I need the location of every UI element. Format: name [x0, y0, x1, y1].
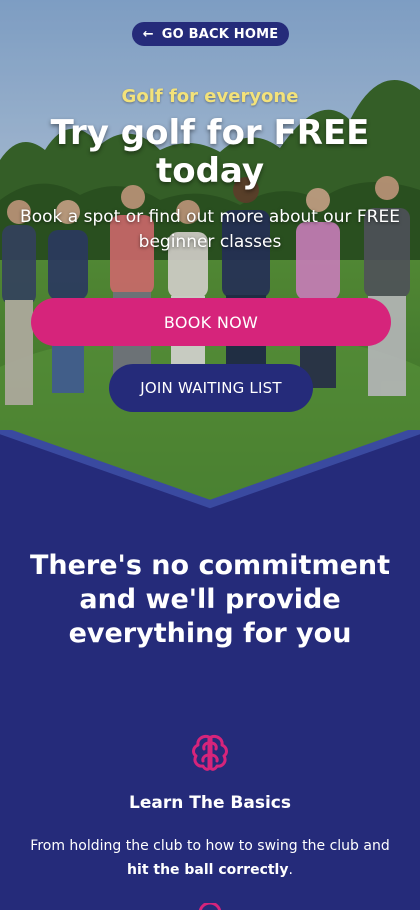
join-waiting-list-label: JOIN WAITING LIST [140, 379, 282, 397]
book-now-button[interactable]: BOOK NOW [31, 298, 391, 346]
hero-headline: Try golf for FREE today [50, 113, 370, 191]
hero-subline: Book a spot or find out more about our F… [20, 207, 400, 252]
feature-title: Learn The Basics [129, 793, 291, 813]
brain-icon [188, 731, 232, 775]
arrow-left-icon: ← [142, 26, 154, 42]
feature-text-emphasis: hit the ball correctly [127, 862, 289, 878]
book-now-label: BOOK NOW [163, 312, 259, 332]
go-back-home-button[interactable]: ← GO BACK HOME [132, 22, 289, 46]
join-waiting-list-button[interactable]: JOIN WAITING LIST [109, 364, 313, 412]
section-title: There's no commitment and we'll provide … [29, 550, 391, 649]
hero-kicker: Golf for everyone [121, 86, 299, 107]
feature-text-part: From holding the club to how to swing th… [30, 838, 390, 854]
feature-text: From holding the club to how to swing th… [30, 834, 390, 882]
go-back-home-label: GO BACK HOME [161, 26, 279, 42]
section-divider [0, 430, 420, 520]
feature-text-end: . [288, 862, 293, 878]
next-feature-icon [198, 903, 222, 910]
